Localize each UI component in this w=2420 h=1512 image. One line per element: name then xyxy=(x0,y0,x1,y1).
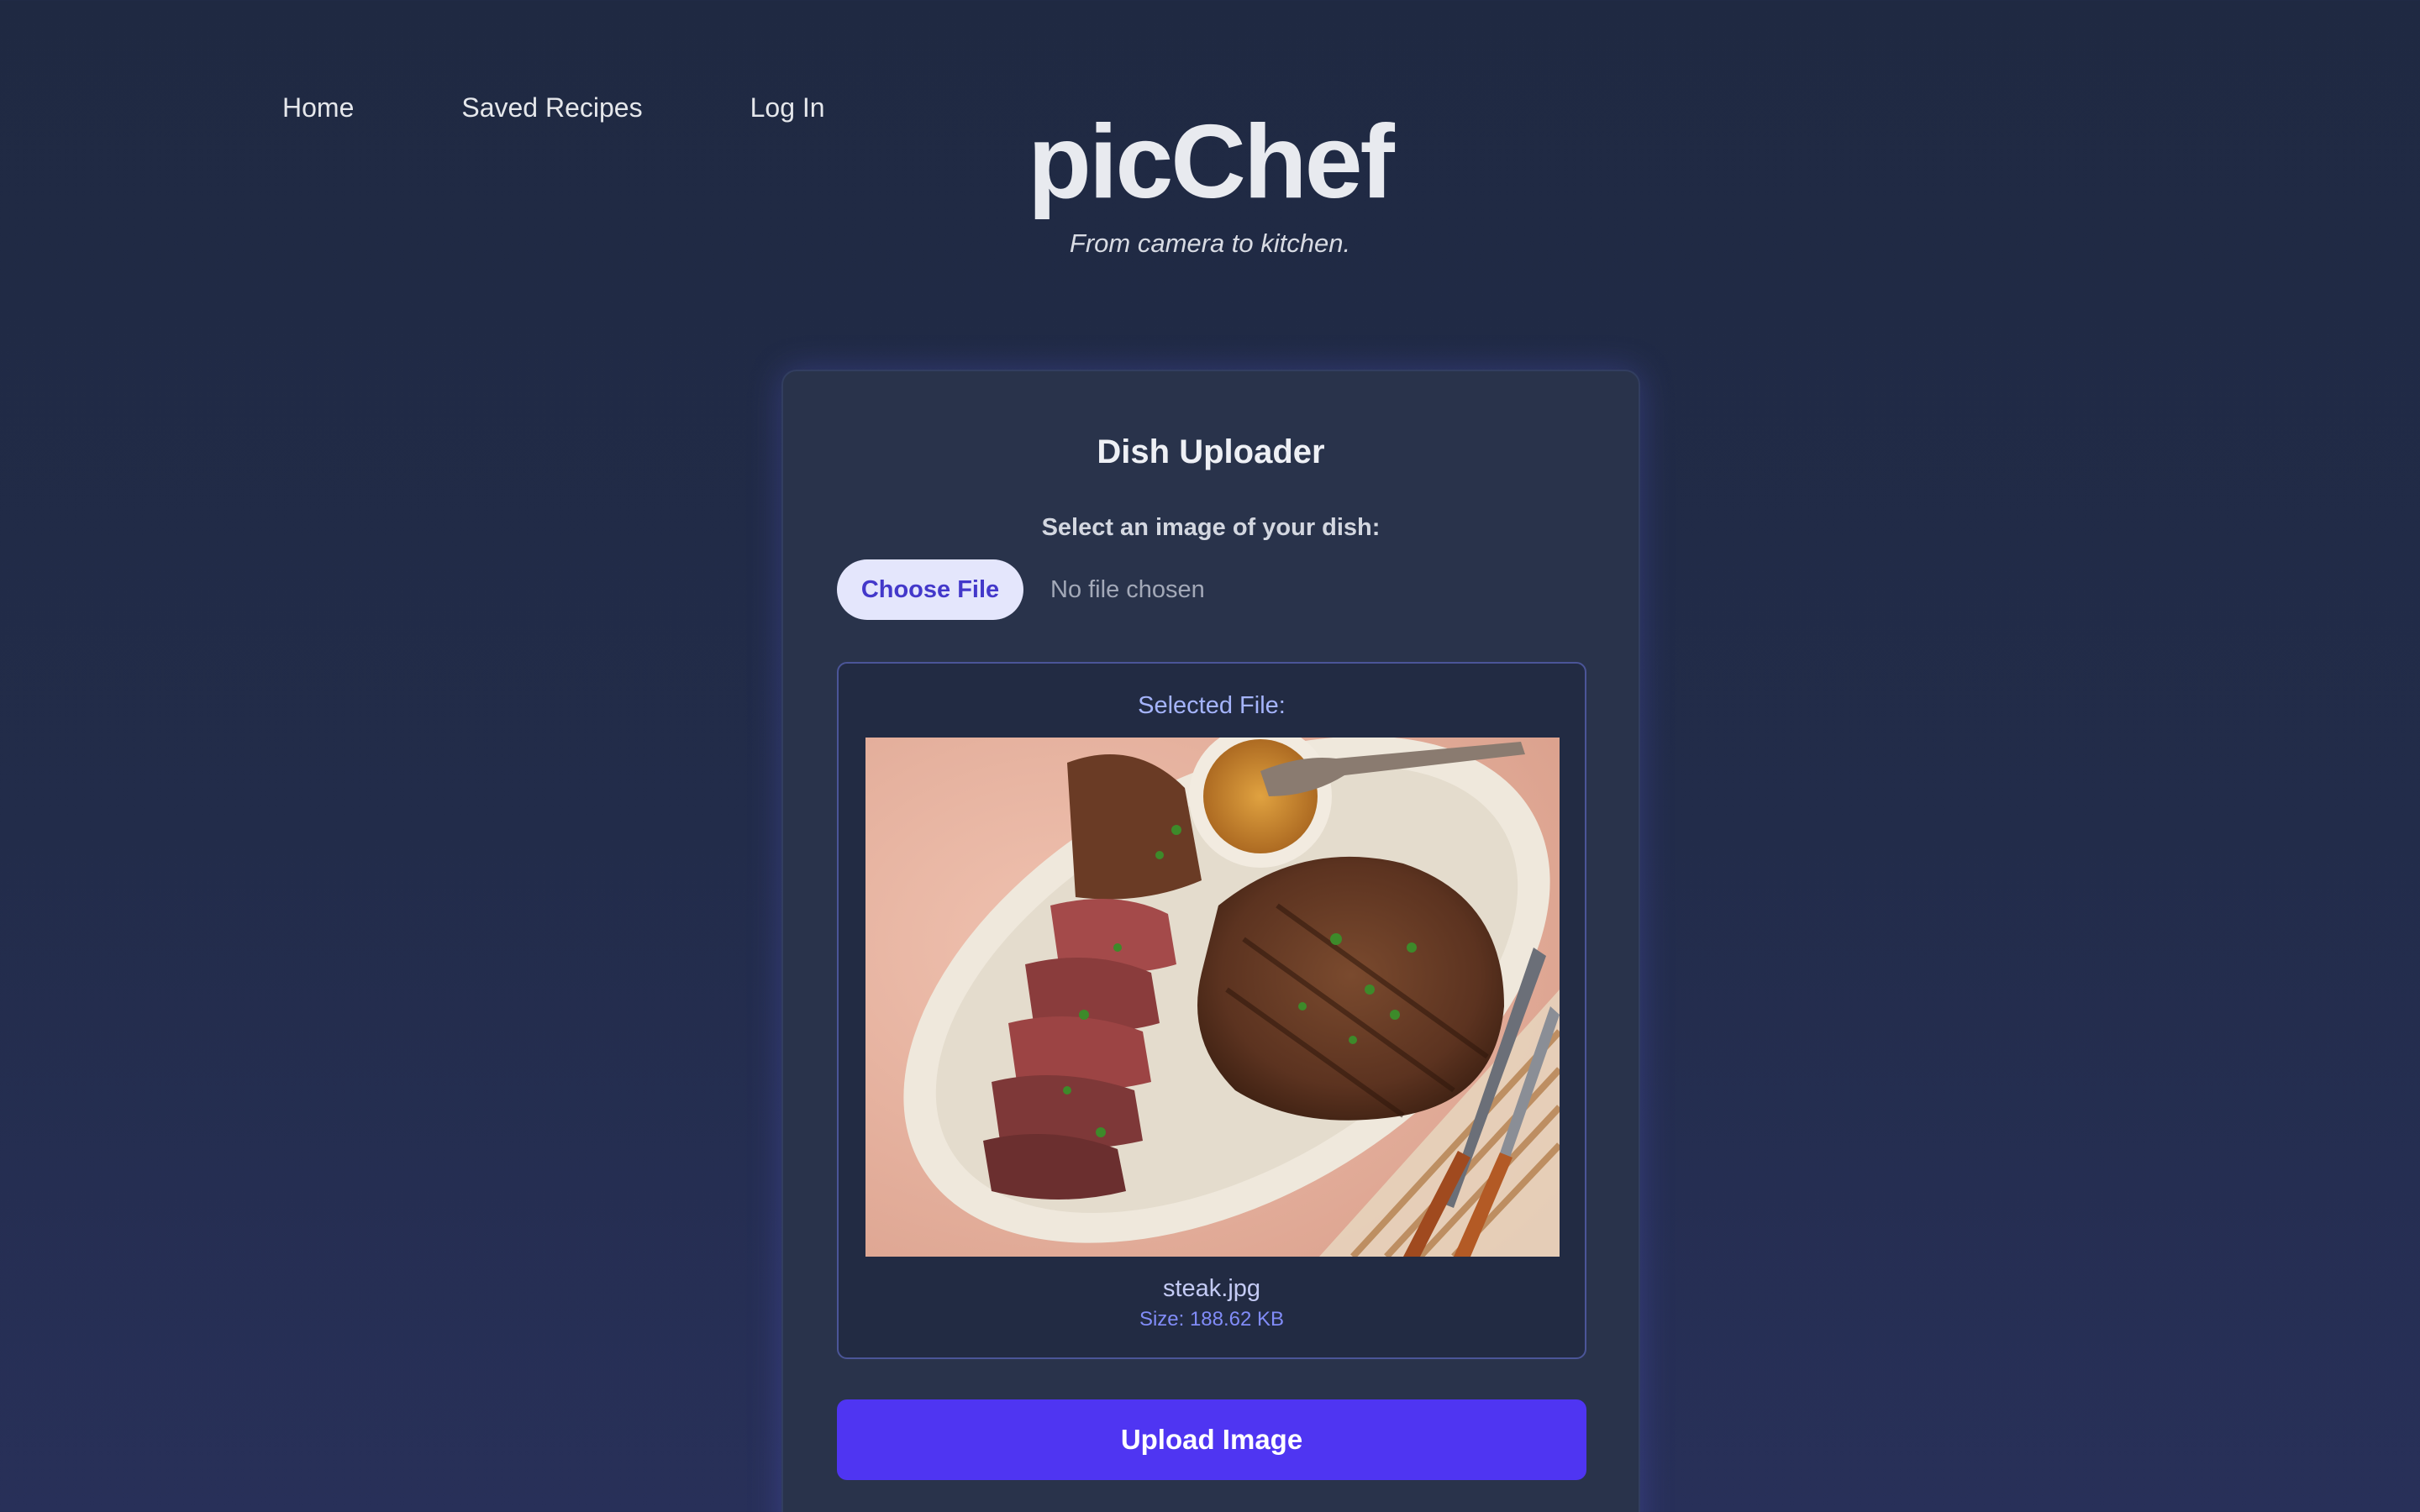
selected-file-size: Size: 188.62 KB xyxy=(1139,1308,1285,1331)
upload-image-button[interactable]: Upload Image xyxy=(837,1399,1586,1480)
site-header: picChef From camera to kitchen. xyxy=(0,99,2420,262)
selected-file-preview: Selected File: steak.jpg Size: 188.62 KB xyxy=(837,662,1586,1359)
dish-preview-image xyxy=(865,738,1560,1257)
brand-title: picChef xyxy=(1028,104,1395,220)
card-title: Dish Uploader xyxy=(1097,433,1325,470)
file-status-text: No file chosen xyxy=(1050,575,1205,603)
choose-file-button[interactable]: Choose File xyxy=(837,559,1023,620)
brand-tagline: From camera to kitchen. xyxy=(1069,228,1351,258)
selected-file-name: steak.jpg xyxy=(1162,1275,1261,1302)
preview-label: Selected File: xyxy=(1138,692,1286,719)
file-input: Choose File No file chosen xyxy=(837,559,1205,620)
file-field-label: Select an image of your dish: xyxy=(1041,514,1381,541)
uploader-card: Dish Uploader Select an image of your di… xyxy=(781,370,1640,1512)
